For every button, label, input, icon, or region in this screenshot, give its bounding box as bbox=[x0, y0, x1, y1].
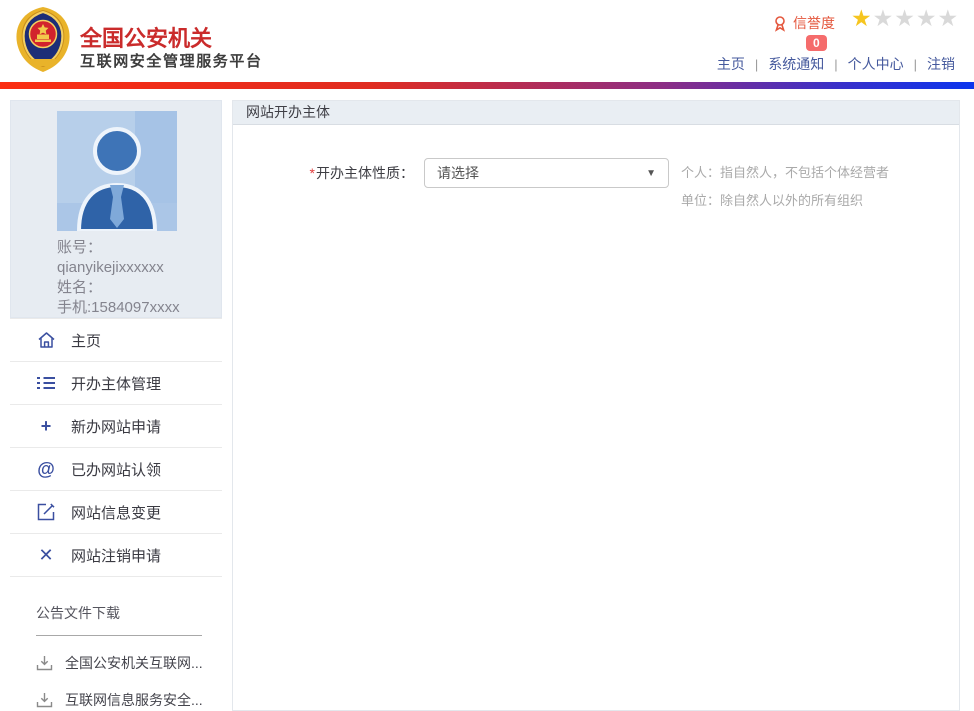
notification-badge: 0 bbox=[806, 35, 827, 51]
account-label: 账号： bbox=[57, 238, 221, 258]
user-info-text: 账号： qianyikejixxxxxx 姓名： 手机:1584097xxxx bbox=[57, 238, 221, 318]
sidebar-item-new-website-application[interactable]: + 新办网站申请 bbox=[10, 405, 222, 448]
brand-gradient-bar bbox=[0, 82, 974, 89]
download-icon bbox=[36, 655, 53, 671]
sidebar-item-label: 网站注销申请 bbox=[71, 545, 161, 566]
police-badge-logo bbox=[10, 3, 76, 75]
sidebar: 账号： qianyikejixxxxxx 姓名： 手机:1584097xxxx … bbox=[10, 100, 222, 711]
nav-system-notice-link[interactable]: 系统通知 bbox=[758, 54, 834, 74]
sidebar-item-subject-management[interactable]: 开办主体管理 bbox=[10, 362, 222, 405]
user-info-panel: 账号： qianyikejixxxxxx 姓名： 手机:1584097xxxx bbox=[10, 100, 222, 318]
sidebar-item-label: 开办主体管理 bbox=[71, 373, 161, 394]
required-asterisk: * bbox=[310, 165, 315, 181]
announcement-downloads: 公告文件下载 全国公安机关互联网... 互联网信息服务安全... bbox=[10, 603, 222, 710]
star-icon: ★ bbox=[938, 5, 960, 31]
nav-home-link[interactable]: 主页 bbox=[707, 54, 755, 74]
download-icon bbox=[36, 692, 53, 708]
at-icon: @ bbox=[36, 460, 56, 478]
phone-value: 手机:1584097xxxx bbox=[57, 298, 221, 318]
sidebar-item-website-cancellation[interactable]: ✕ 网站注销申请 bbox=[10, 534, 222, 577]
download-link[interactable]: 全国公安机关互联网... bbox=[36, 653, 222, 673]
sidebar-menu: 主页 开办主体管理 + 新办网站申请 @ 已办网站认领 bbox=[10, 318, 222, 577]
content-area: 账号： qianyikejixxxxxx 姓名： 手机:1584097xxxx … bbox=[0, 89, 974, 711]
help-individual: 个人：指自然人，不包括个体经营者 bbox=[681, 158, 889, 188]
star-icon: ★ bbox=[851, 5, 873, 31]
sidebar-item-label: 新办网站申请 bbox=[71, 416, 161, 437]
home-icon bbox=[36, 331, 56, 349]
chevron-down-icon: ▼ bbox=[646, 168, 656, 179]
subject-nature-label: *开办主体性质： bbox=[233, 158, 414, 188]
nav-personal-center-link[interactable]: 个人中心 bbox=[838, 54, 914, 74]
name-label: 姓名： bbox=[57, 278, 221, 298]
download-link-label: 全国公安机关互联网... bbox=[65, 653, 203, 673]
sidebar-item-label: 主页 bbox=[71, 330, 101, 351]
user-avatar bbox=[57, 111, 177, 231]
close-icon: ✕ bbox=[36, 546, 56, 564]
download-link-label: 互联网信息服务安全... bbox=[65, 690, 203, 710]
sidebar-item-claim-existing-website[interactable]: @ 已办网站认领 bbox=[10, 448, 222, 491]
sidebar-item-label: 网站信息变更 bbox=[71, 502, 161, 523]
announcement-title: 公告文件下载 bbox=[36, 603, 202, 636]
site-title-block: 全国公安机关 互联网安全管理服务平台 bbox=[80, 26, 263, 72]
download-link[interactable]: 互联网信息服务安全... bbox=[36, 690, 222, 710]
star-icon: ★ bbox=[916, 5, 938, 31]
subject-nature-form-row: *开办主体性质： 请选择 ▼ 个人：指自然人，不包括个体经营者 单位：除自然人以… bbox=[233, 158, 959, 214]
help-organization: 单位：除自然人以外的所有组织 bbox=[681, 188, 889, 214]
credit-label: 信誉度 bbox=[793, 13, 835, 33]
subject-nature-select[interactable]: 请选择 ▼ bbox=[424, 158, 669, 188]
edit-icon bbox=[36, 503, 56, 521]
select-value: 请选择 bbox=[437, 163, 479, 183]
credit-rating-label: 信誉度 bbox=[772, 13, 835, 33]
sidebar-item-label: 已办网站认领 bbox=[71, 459, 161, 480]
medal-icon bbox=[772, 15, 788, 32]
page-header: 全国公安机关 互联网安全管理服务平台 信誉度 ★★★★★ 0 主页 | 系统通知… bbox=[0, 0, 974, 82]
main-panel: 网站开办主体 *开办主体性质： 请选择 ▼ 个人：指自然人，不包括个体经营者 单… bbox=[232, 100, 960, 711]
credit-star-rating: ★★★★★ bbox=[851, 6, 959, 30]
plus-icon: + bbox=[36, 417, 56, 435]
star-icon: ★ bbox=[894, 5, 916, 31]
nav-logout-link[interactable]: 注销 bbox=[917, 54, 965, 74]
star-icon: ★ bbox=[873, 5, 895, 31]
site-subtitle: 互联网安全管理服务平台 bbox=[80, 52, 263, 72]
subject-nature-help: 个人：指自然人，不包括个体经营者 单位：除自然人以外的所有组织 bbox=[681, 158, 889, 214]
list-icon bbox=[36, 376, 56, 390]
site-title: 全国公安机关 bbox=[80, 26, 263, 51]
account-value: qianyikejixxxxxx bbox=[57, 258, 221, 278]
panel-title: 网站开办主体 bbox=[233, 101, 959, 125]
top-nav: 主页 | 系统通知 | 个人中心 | 注销 bbox=[707, 54, 965, 74]
sidebar-item-home[interactable]: 主页 bbox=[10, 319, 222, 362]
sidebar-item-website-info-change[interactable]: 网站信息变更 bbox=[10, 491, 222, 534]
